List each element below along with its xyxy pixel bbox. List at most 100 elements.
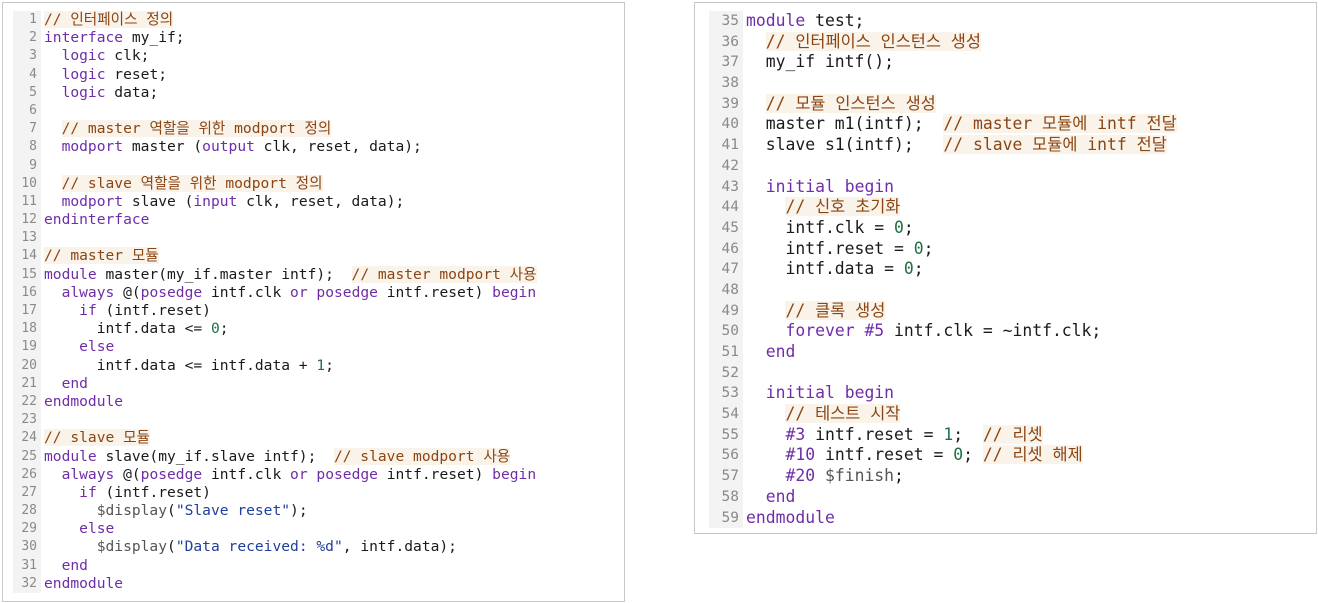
line-code: else [41, 520, 114, 538]
keyword-token: begin [844, 383, 895, 403]
keyword-token: #5 [864, 321, 885, 341]
code-token: master ( [123, 138, 203, 156]
line-code: end [41, 375, 88, 393]
line-number: 1 [13, 11, 41, 30]
comment-token: // master 모듈 [44, 247, 159, 265]
code-line: 39 // 모듈 인스턴스 생성 [709, 93, 1177, 115]
line-code: if (intf.reset) [41, 484, 211, 502]
code-token: ); [290, 502, 308, 520]
line-code: endmodule [41, 393, 123, 411]
code-panel-left: 1// 인터페이스 정의 2 interface my_if; 3 logic clk… [2, 2, 625, 602]
code-token: ( [167, 538, 176, 556]
line-code: always @(posedge intf.clk or posedge int… [41, 283, 537, 302]
code-line: 44 // 신호 초기화 [709, 197, 1177, 218]
code-token: intf.reset = [746, 238, 914, 258]
code-token: ; [903, 217, 914, 237]
code-line: 17 if (intf.reset) [13, 302, 537, 321]
code-block-interface-modules[interactable]: 1// 인터페이스 정의 2 interface my_if; 3 logic clk… [13, 11, 537, 593]
system-task-token: $display [96, 538, 168, 556]
keyword-token: interface [44, 29, 124, 47]
line-number: 17 [13, 302, 41, 321]
code-token: slave(my_if.slave intf); [96, 447, 334, 465]
line-code: intf.clk = 0; [743, 217, 914, 239]
keyword-token: posedge [140, 465, 203, 483]
code-token: master m1(intf); [746, 114, 944, 134]
code-line: 37 my_if intf(); [709, 52, 1177, 74]
comment-token: // 테스트 시작 [785, 404, 901, 424]
keyword-token: else [79, 520, 115, 538]
line-number: 18 [13, 320, 41, 339]
line-number: 52 [709, 362, 743, 384]
keyword-token: endmodule [746, 507, 835, 527]
number-token: 0 [210, 320, 220, 338]
code-token: test; [805, 11, 865, 30]
line-number: 35 [709, 11, 743, 32]
code-line: 55 #3 intf.reset = 1; // 리셋 [709, 424, 1177, 446]
keyword-token: #20 [785, 466, 816, 486]
code-token: clk; [105, 47, 150, 65]
line-number: 43 [709, 176, 743, 198]
line-code: intf.data <= 0; [41, 320, 229, 338]
line-number: 29 [13, 520, 41, 539]
line-code: initial begin [743, 383, 894, 404]
code-block-testbench[interactable]: 35 module test; 36 // 인터페이스 인스턴스 생성 37 my_i… [709, 11, 1177, 529]
line-number: 49 [709, 300, 743, 322]
line-code: modport slave (input clk, reset, data); [41, 193, 405, 211]
line-code: intf.reset = 0; [743, 238, 933, 260]
line-number: 38 [709, 73, 743, 94]
string-token: "Slave reset" [175, 502, 291, 520]
line-number: 7 [13, 120, 41, 139]
line-code: $display("Slave reset"); [41, 502, 308, 520]
line-number: 23 [13, 411, 41, 430]
line-code: #10 intf.reset = 0; // 리셋 해제 [743, 445, 1083, 466]
system-task-token: $finish [824, 466, 895, 486]
number-token: 0 [913, 238, 924, 258]
line-code: module master(my_if.master intf); // mas… [41, 265, 537, 284]
keyword-token: end [61, 374, 88, 392]
code-line: 29 else [13, 520, 537, 539]
keyword-token: posedge [316, 465, 378, 483]
code-token: intf.reset = [805, 424, 944, 444]
code-line: 7 // master 역할을 위한 modport 정의 [13, 120, 537, 139]
line-code: endmodule [743, 508, 835, 529]
line-code: my_if intf(); [743, 52, 894, 73]
code-line: 51 end [709, 342, 1177, 363]
code-line: 1// 인터페이스 정의 [13, 11, 537, 30]
line-number: 57 [709, 466, 743, 487]
line-code: // 모듈 인스턴스 생성 [743, 93, 936, 115]
code-line: 46 intf.reset = 0; [709, 238, 1177, 260]
code-line: 32 endmodule [13, 574, 537, 593]
line-number: 2 [13, 29, 41, 48]
line-code: // 인터페이스 인스턴스 생성 [743, 31, 981, 53]
line-code: // 신호 초기화 [743, 197, 901, 218]
code-token: my_if; [123, 29, 185, 47]
code-line: 2 interface my_if; [13, 29, 537, 48]
code-line: 16 always @(posedge intf.clk or posedge … [13, 283, 537, 302]
keyword-token: endmodule [44, 574, 124, 592]
code-line: 15 module master(my_if.master intf); // m… [13, 265, 537, 284]
line-code: module test; [743, 11, 864, 32]
keyword-token: #3 [785, 424, 806, 444]
line-code: slave s1(intf); // slave 모듈에 intf 전달 [743, 135, 1167, 156]
keyword-token: begin [492, 283, 537, 301]
code-line: 6 [13, 101, 537, 121]
line-number: 19 [13, 338, 41, 357]
code-token: intf.reset = [815, 445, 954, 465]
code-token: intf.data <= intf.data + [44, 356, 317, 374]
line-number: 28 [13, 502, 41, 521]
code-token: ; [953, 424, 983, 444]
keyword-token: end [61, 556, 88, 574]
code-line: 52 [709, 362, 1177, 384]
code-token: clk, reset, data); [254, 138, 422, 156]
code-panel-right: 35 module test; 36 // 인터페이스 인스턴스 생성 37 my_i… [694, 2, 1317, 534]
